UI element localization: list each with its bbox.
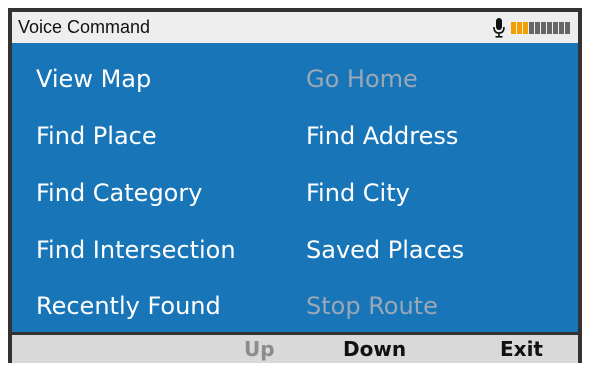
volume-segment [529, 21, 534, 34]
volume-segment [523, 21, 528, 34]
exit-button[interactable]: Exit [500, 335, 543, 363]
volume-segment [553, 21, 558, 34]
volume-segment [565, 21, 570, 34]
menu-item-find-intersection[interactable]: Find Intersection [36, 235, 236, 265]
volume-segment [535, 21, 540, 34]
volume-segment [541, 21, 546, 34]
menu-item-stop-route: Stop Route [306, 292, 438, 320]
menu-item-find-address[interactable]: Find Address [306, 121, 458, 151]
menu-item-find-category[interactable]: Find Category [36, 178, 202, 208]
microphone-icon [493, 17, 505, 38]
down-button[interactable]: Down [343, 335, 406, 363]
volume-meter [511, 21, 570, 34]
menu-item-find-city[interactable]: Find City [306, 178, 410, 208]
volume-segment [547, 21, 552, 34]
menu-item-go-home: Go Home [306, 65, 418, 93]
voice-command-menu: View Map Find Place Find Category Find I… [12, 43, 578, 332]
volume-segment [559, 21, 564, 34]
menu-item-recently-found[interactable]: Recently Found [36, 291, 221, 321]
menu-item-find-place[interactable]: Find Place [36, 121, 157, 151]
device-screen: Voice Command View Map Find Place Find C… [8, 8, 582, 363]
up-button: Up [244, 337, 275, 361]
volume-segment [511, 21, 516, 34]
screen-title: Voice Command [18, 17, 151, 37]
volume-segment [517, 21, 522, 34]
status-bar: Voice Command [12, 12, 578, 43]
menu-item-view-map[interactable]: View Map [36, 64, 151, 94]
menu-item-saved-places[interactable]: Saved Places [306, 235, 464, 265]
softkey-bar: Up Down Exit [12, 335, 578, 363]
